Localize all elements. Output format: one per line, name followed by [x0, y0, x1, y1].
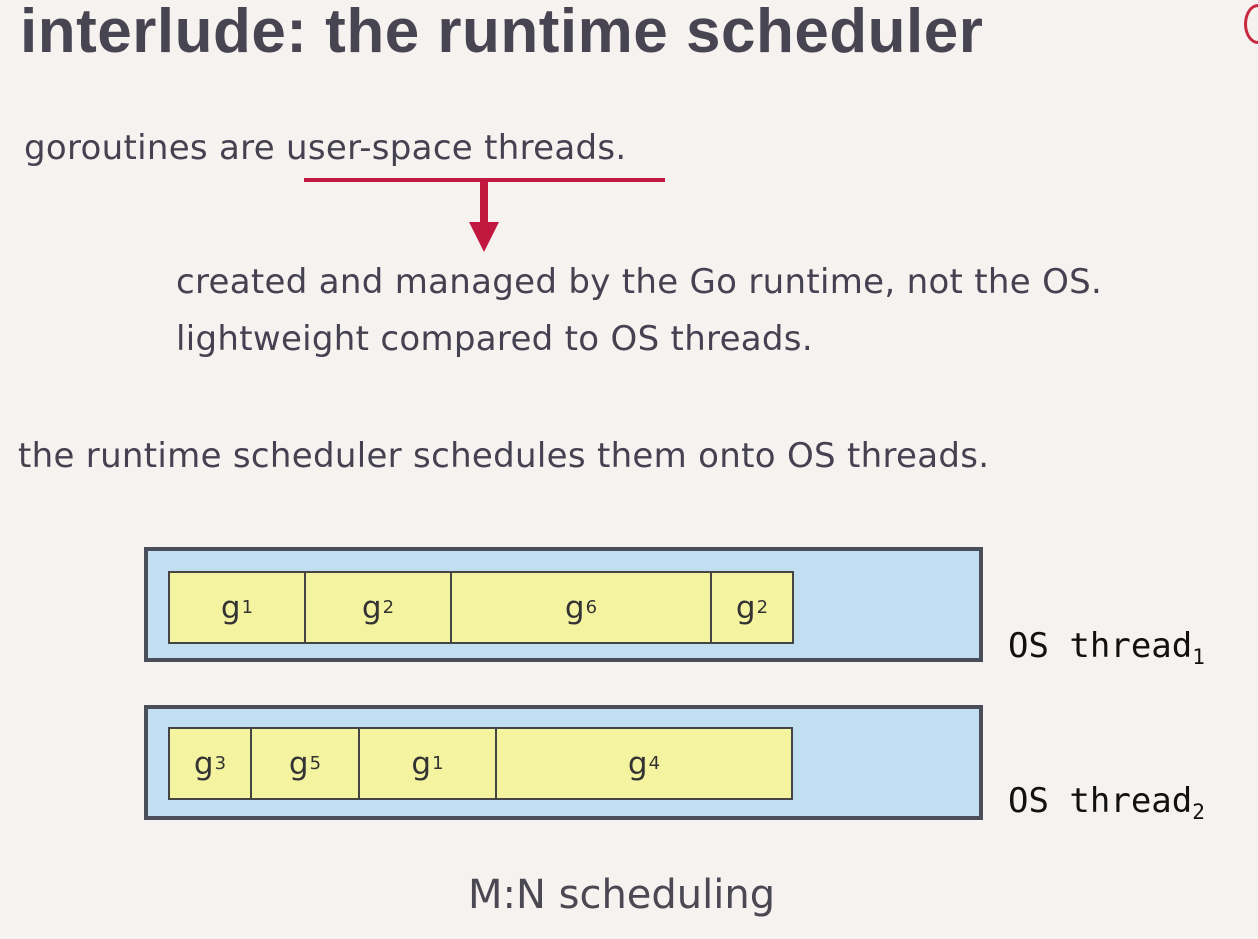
goroutine-track-1: g1 g2 g6 g2 [168, 571, 794, 644]
thread-label-text: OS thread [1008, 781, 1193, 821]
intro-prefix: goroutines are [24, 128, 287, 168]
goroutine-block: g1 [358, 727, 497, 800]
goroutine-sub: 2 [756, 597, 769, 618]
goroutine-name: g [361, 589, 382, 626]
goroutine-sub: 1 [241, 597, 254, 618]
thread-label-sub: 1 [1192, 645, 1205, 669]
diagram-caption: M:N scheduling [468, 872, 776, 918]
goroutine-block: g6 [450, 571, 712, 644]
goroutine-name: g [220, 589, 241, 626]
detail-line-2: lightweight compared to OS threads. [176, 319, 813, 359]
goroutine-name: g [411, 745, 432, 782]
os-thread-1: g1 g2 g6 g2 [144, 547, 983, 662]
arrow-down-icon [480, 182, 488, 224]
goroutine-block: g2 [304, 571, 452, 644]
goroutine-sub: 3 [214, 753, 227, 774]
goroutine-block: g1 [168, 571, 306, 644]
os-thread-label-1: OS thread1 [1008, 626, 1205, 669]
goroutine-block: g3 [168, 727, 252, 800]
scheduler-text: the runtime scheduler schedules them ont… [18, 436, 990, 476]
goroutine-block: g2 [710, 571, 794, 644]
goroutine-sub: 5 [309, 753, 322, 774]
arrow-head [469, 222, 499, 252]
os-thread-label-2: OS thread2 [1008, 781, 1205, 824]
os-thread-2: g3 g5 g1 g4 [144, 705, 983, 820]
slide-title: interlude: the runtime scheduler [20, 0, 984, 66]
goroutine-sub: 2 [382, 597, 395, 618]
goroutine-sub: 4 [648, 753, 661, 774]
goroutine-block: g4 [495, 727, 793, 800]
goroutine-name: g [193, 745, 214, 782]
detail-line-1: created and managed by the Go runtime, n… [176, 262, 1103, 302]
intro-line: goroutines are user-space threads. [24, 128, 627, 168]
goroutine-name: g [288, 745, 309, 782]
goroutine-block: g5 [250, 727, 360, 800]
goroutine-name: g [564, 589, 585, 626]
thread-label-text: OS thread [1008, 626, 1193, 666]
goroutine-name: g [735, 589, 756, 626]
goroutine-sub: 1 [432, 753, 444, 774]
goroutine-sub: 6 [585, 597, 598, 618]
goroutine-name: g [627, 745, 648, 782]
logo-icon [1244, 4, 1258, 44]
intro-emphasis: user-space threads. [286, 128, 627, 168]
goroutine-track-2: g3 g5 g1 g4 [168, 727, 793, 800]
thread-label-sub: 2 [1192, 800, 1205, 824]
